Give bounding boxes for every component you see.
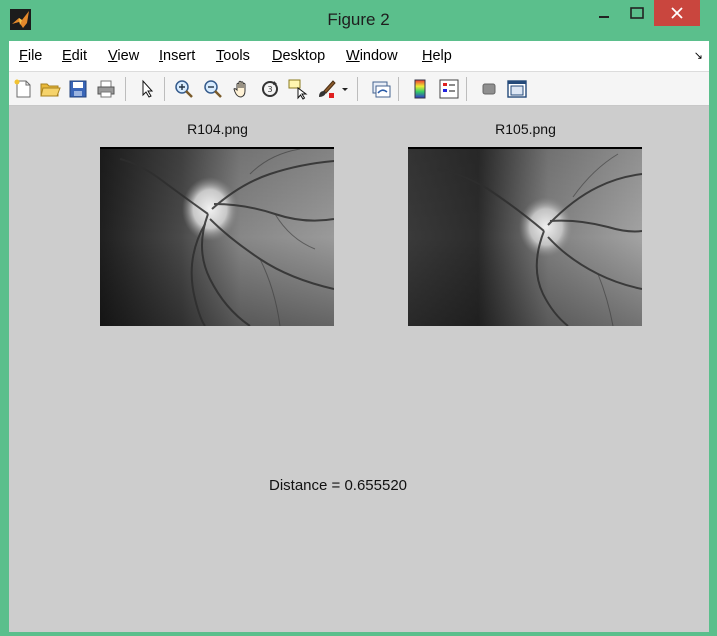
close-button[interactable]: [654, 0, 700, 26]
title-bar[interactable]: Figure 2: [0, 0, 717, 38]
pan-hand-icon[interactable]: [231, 78, 253, 100]
maximize-button[interactable]: [622, 0, 652, 26]
link-plot-icon[interactable]: [370, 78, 392, 100]
menu-help[interactable]: Help: [422, 48, 452, 64]
toolbar: 3: [9, 72, 709, 106]
brush-dropdown-icon[interactable]: [339, 78, 351, 100]
new-figure-icon[interactable]: [12, 78, 34, 100]
fundus-image-r104[interactable]: [100, 147, 334, 326]
menu-view[interactable]: View: [108, 48, 139, 64]
legend-icon[interactable]: [438, 78, 460, 100]
zoom-out-icon[interactable]: [202, 78, 224, 100]
menu-bar: File Edit View Insert Tools Desktop Wind…: [9, 41, 709, 72]
figure-canvas[interactable]: R104.png R105.png Distance = 0.655520: [9, 106, 709, 632]
colorbar-icon[interactable]: [409, 78, 431, 100]
distance-label: Distance = 0.655520: [268, 477, 408, 494]
menu-desktop[interactable]: Desktop: [272, 48, 325, 64]
minimize-button[interactable]: [589, 0, 619, 26]
open-file-icon[interactable]: [39, 78, 61, 100]
data-cursor-icon[interactable]: [287, 78, 309, 100]
menu-edit[interactable]: Edit: [62, 48, 87, 64]
zoom-in-icon[interactable]: [173, 78, 195, 100]
menu-file[interactable]: File: [19, 48, 42, 64]
figure-window: Figure 2 File Edit View Insert Tools Des…: [0, 0, 717, 636]
hide-plot-tools-icon[interactable]: [478, 78, 500, 100]
show-plot-tools-icon[interactable]: [506, 78, 528, 100]
rotate-3d-icon[interactable]: 3: [259, 78, 281, 100]
save-icon[interactable]: [67, 78, 89, 100]
image-title-r104: R104.png: [187, 121, 248, 137]
edit-plot-icon[interactable]: [137, 78, 159, 100]
print-icon[interactable]: [95, 78, 117, 100]
brush-icon[interactable]: [315, 78, 337, 100]
menu-insert[interactable]: Insert: [159, 48, 195, 64]
svg-text:3: 3: [267, 85, 272, 94]
image-title-r105: R105.png: [495, 121, 556, 137]
fundus-image-r105[interactable]: [408, 147, 642, 326]
dock-arrow-icon[interactable]: ↘: [694, 49, 703, 62]
menu-tools[interactable]: Tools: [216, 48, 250, 64]
menu-window[interactable]: Window: [346, 48, 398, 64]
